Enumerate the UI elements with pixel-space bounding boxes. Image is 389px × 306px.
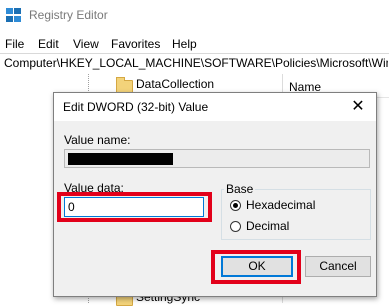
menu-edit[interactable]: Edit bbox=[38, 37, 59, 51]
radio-label: Hexadecimal bbox=[246, 198, 316, 212]
menu-help[interactable]: Help bbox=[172, 37, 197, 51]
tree-item-label: DataCollection bbox=[136, 77, 215, 91]
radio-label: Decimal bbox=[246, 219, 290, 233]
radio-hexadecimal[interactable]: Hexadecimal bbox=[228, 197, 328, 213]
cancel-button[interactable]: Cancel bbox=[305, 256, 371, 277]
close-icon[interactable]: ✕ bbox=[346, 96, 370, 118]
ok-button-highlight bbox=[211, 250, 301, 284]
redaction-bar bbox=[68, 153, 173, 165]
address-bar[interactable]: Computer\HKEY_LOCAL_MACHINE\SOFTWARE\Pol… bbox=[0, 53, 389, 75]
dialog-title: Edit DWORD (32-bit) Value bbox=[63, 100, 209, 114]
dialog-title-bar[interactable]: Edit DWORD (32-bit) Value ✕ bbox=[54, 93, 376, 121]
address-path[interactable]: Computer\HKEY_LOCAL_MACHINE\SOFTWARE\Pol… bbox=[4, 56, 388, 70]
registry-editor-icon bbox=[6, 8, 21, 22]
value-data-highlight bbox=[57, 192, 212, 222]
menu-file[interactable]: File bbox=[5, 37, 24, 51]
value-name-field bbox=[64, 149, 370, 168]
base-group-label: Base bbox=[224, 182, 256, 196]
value-name-label: Value name: bbox=[64, 133, 131, 147]
edit-dword-dialog: Edit DWORD (32-bit) Value ✕ Value name: … bbox=[53, 92, 377, 297]
radio-decimal[interactable]: Decimal bbox=[228, 218, 328, 234]
radio-unchecked-icon bbox=[230, 221, 241, 232]
window-title: Registry Editor bbox=[29, 8, 108, 22]
tree-item-datacollection[interactable]: DataCollection bbox=[110, 76, 270, 93]
menu-bar: File Edit View Favorites Help bbox=[0, 34, 389, 54]
radio-checked-icon bbox=[230, 200, 241, 211]
menu-favorites[interactable]: Favorites bbox=[111, 37, 160, 51]
menu-view[interactable]: View bbox=[73, 37, 99, 51]
